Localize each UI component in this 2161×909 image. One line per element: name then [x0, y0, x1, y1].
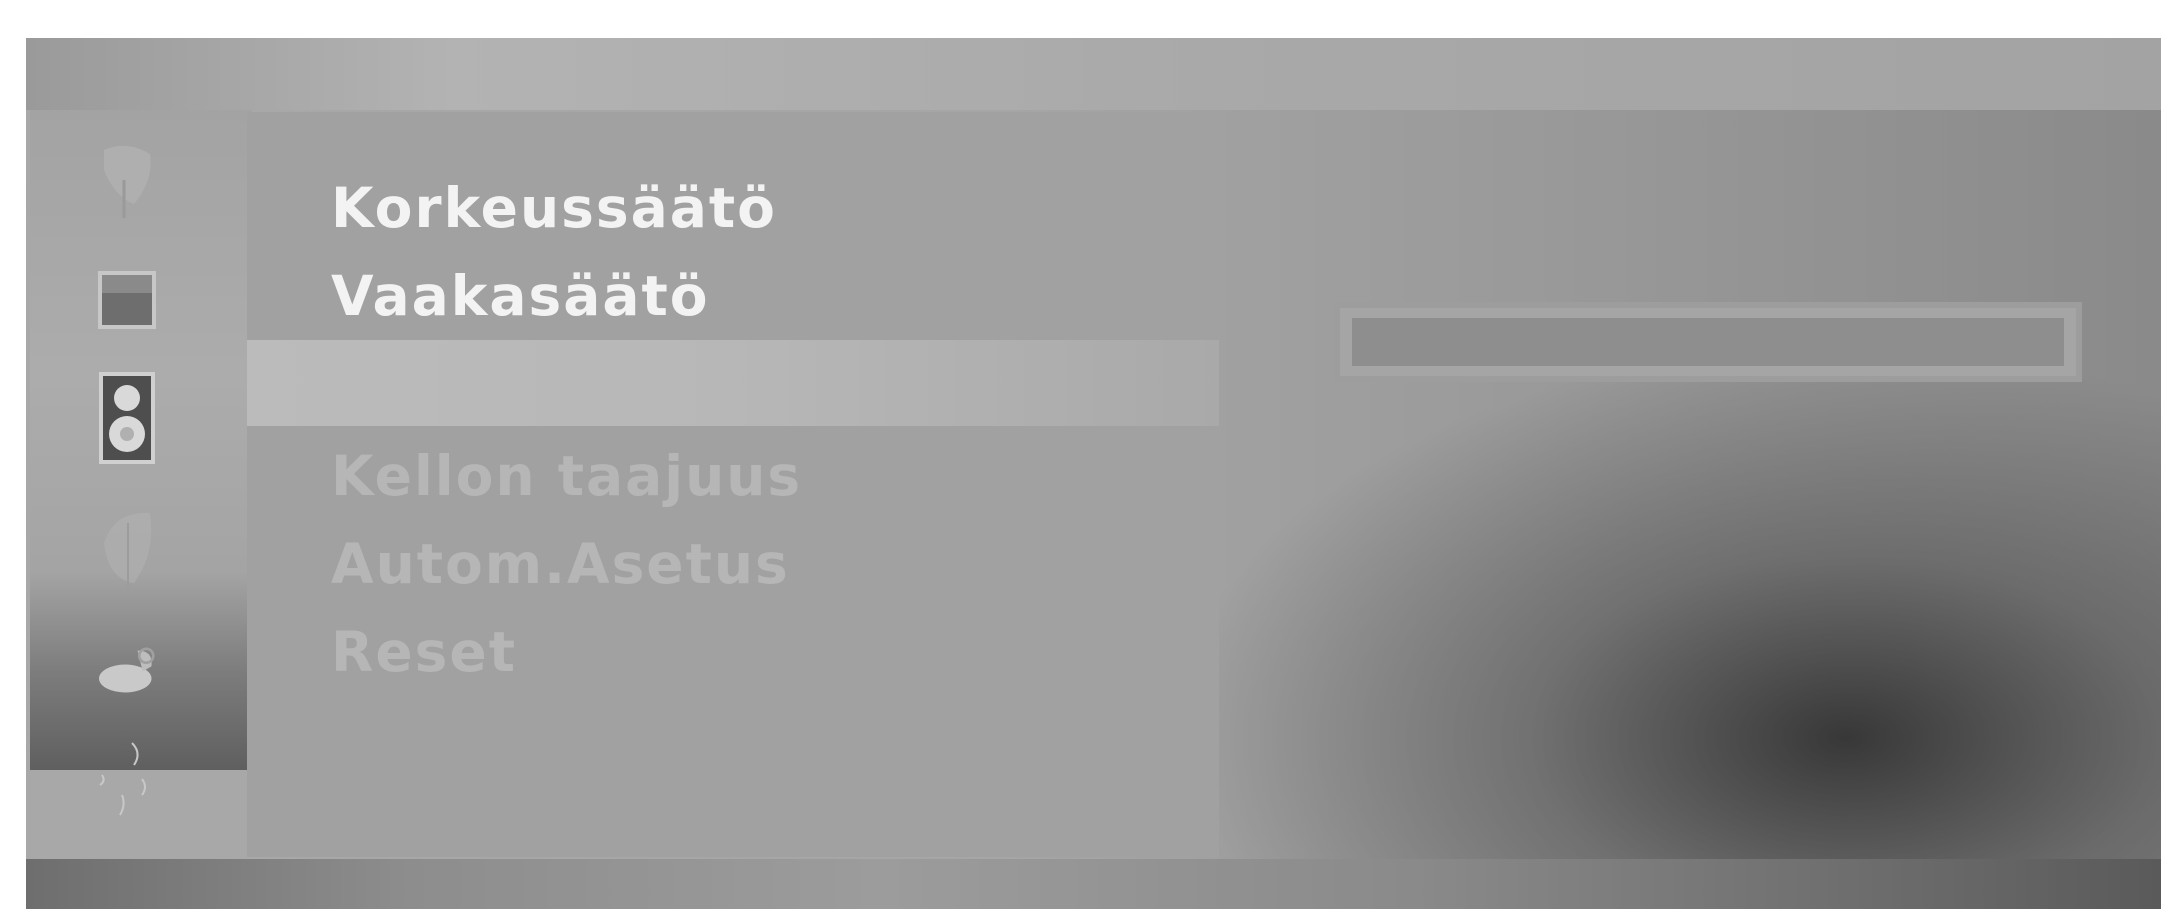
menu-item-label: Autom.Asetus — [331, 532, 790, 596]
menu-item-korkeussaato[interactable]: Korkeussäätö — [247, 164, 1219, 252]
menu-item-selected[interactable] — [247, 340, 1219, 426]
screen-icon[interactable] — [92, 260, 162, 340]
menu-item-label: Kellon taajuus — [331, 444, 803, 508]
menu-item-label: Reset — [331, 620, 517, 684]
time-icon[interactable] — [92, 508, 162, 589]
value-slider[interactable] — [1334, 302, 2082, 382]
top-band — [26, 38, 2161, 110]
picture-mode-icon[interactable] — [92, 140, 162, 220]
speaker-icon[interactable] — [92, 372, 162, 464]
menu-panel: Korkeussäätö Vaakasäätö Kellon taajuus A… — [247, 112, 1219, 857]
menu-item-kellon-taajuus[interactable]: Kellon taajuus — [247, 432, 1219, 520]
swirl-icon — [92, 740, 162, 820]
special-icon[interactable] — [92, 628, 162, 708]
menu-item-label: Vaakasäätö — [331, 264, 710, 328]
osd-screen: Korkeussäätö Vaakasäätö Kellon taajuus A… — [26, 38, 2161, 909]
menu-item-autom-asetus[interactable]: Autom.Asetus — [247, 520, 1219, 608]
bottom-band — [26, 859, 2161, 909]
slider-track — [1352, 318, 2064, 366]
category-sidebar — [30, 110, 252, 816]
menu-item-reset[interactable]: Reset — [247, 608, 1219, 696]
menu-item-vaakasaato[interactable]: Vaakasäätö — [247, 252, 1219, 340]
menu-item-label: Korkeussäätö — [331, 176, 777, 240]
